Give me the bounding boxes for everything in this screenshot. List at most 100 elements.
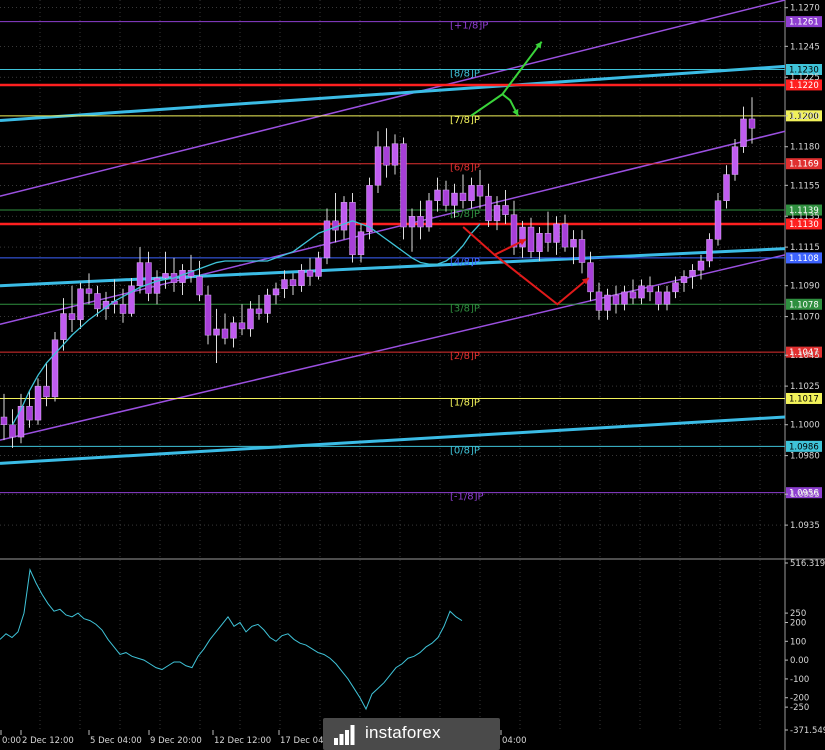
candle-body (697, 260, 705, 271)
cci-tick-label: -371.5495 (790, 726, 825, 736)
level-label: [8/8]P (450, 69, 480, 80)
candle-body (323, 220, 331, 259)
candle-body (9, 424, 16, 438)
price-tick-label: 1.1025 (790, 382, 820, 392)
level-label: [6/8]P (450, 163, 480, 174)
price-badge-label: 1.1169 (789, 160, 819, 170)
candle-body (706, 239, 713, 262)
candle-body (51, 339, 59, 398)
price-tick-label: 1.0980 (790, 452, 820, 462)
instaforex-logo: instaforex (323, 718, 500, 750)
candle-body (374, 146, 382, 186)
candle-body (646, 285, 654, 293)
level-label: [0/8]P (450, 445, 480, 456)
cci-tick-label: -100 (790, 675, 809, 685)
candle-body (0, 416, 8, 425)
candle-body (442, 189, 450, 206)
trend-line-upper-cyan (0, 64, 786, 122)
candle-body (672, 282, 679, 293)
candle-body (306, 270, 314, 277)
price-tick-label: 1.0955 (790, 490, 820, 500)
level-label: [-1/8]P (450, 492, 484, 503)
candle-body (485, 195, 492, 222)
level-label: [4/8]P (450, 257, 480, 268)
candle-body (655, 291, 662, 305)
moving-average (11, 220, 481, 426)
forecast-arrow (470, 41, 543, 117)
candle-body (162, 273, 169, 279)
time-tick-label: 12 Dec 12:00 (214, 736, 271, 746)
candle-body (85, 288, 93, 294)
cci-tick-label: 200 (790, 618, 806, 628)
price-tick-label: 1.0935 (790, 521, 820, 531)
price-tick-label: 1.1000 (790, 421, 820, 431)
candle-body (425, 200, 433, 228)
candle-body (663, 291, 671, 305)
price-tick-label: 1.1070 (790, 313, 820, 323)
candle-body (238, 322, 246, 330)
candle-body (315, 257, 322, 277)
time-tick-label: 04:00 (502, 736, 527, 746)
candle-body (723, 174, 730, 201)
candle-body (298, 270, 305, 286)
candle-body (740, 118, 747, 147)
candle-body (119, 304, 127, 314)
price-tick-label: 1.1245 (790, 42, 820, 52)
candle-body (578, 239, 586, 263)
level-label: [3/8]P (450, 303, 480, 314)
candle-body (459, 192, 467, 201)
trend-line-mid-cyan (0, 247, 786, 288)
candle-body (196, 276, 203, 296)
instaforex-logo-text: instaforex (365, 723, 441, 742)
candle-body (204, 294, 212, 336)
cci-tick-label: 0.00 (790, 656, 809, 666)
cci-tick-label: -250 (790, 703, 809, 713)
candle-body (43, 385, 50, 398)
candle-body (714, 200, 722, 240)
candle-body (400, 143, 407, 228)
candle-body (391, 143, 399, 166)
candle-body (595, 291, 603, 311)
candle-body (570, 239, 577, 248)
price-badge-label: 1.1017 (789, 394, 819, 404)
candle-body (561, 223, 569, 248)
moving-average-line (11, 220, 481, 426)
candle-body (281, 279, 288, 290)
candle-body (349, 202, 356, 256)
candle-body (527, 226, 535, 252)
time-tick-label: 17 Dec 04: (280, 736, 326, 746)
price-badge-label: 1.1261 (789, 18, 819, 28)
candle-body (26, 405, 33, 421)
candle-body (247, 308, 254, 330)
candle-body (136, 262, 144, 286)
candle-body (17, 405, 25, 438)
candle-body (77, 288, 84, 320)
trend-line-lower-cyan (0, 415, 786, 465)
candle-body (451, 192, 458, 206)
candle-body (68, 313, 76, 320)
candle-body (748, 118, 756, 129)
cci-line (0, 568, 463, 711)
candlestick-series (0, 97, 756, 448)
cci-tick-label: 516.3192 (790, 559, 825, 569)
candle-body (213, 328, 220, 336)
candle-body (128, 285, 135, 314)
candle-body (94, 293, 101, 310)
candle-body (476, 185, 484, 197)
candle-body (629, 291, 637, 299)
candle-body (502, 205, 509, 215)
price-tick-label: 1.1135 (790, 212, 820, 222)
candle-body (680, 276, 688, 283)
level-label: [1/8]P (450, 397, 480, 408)
candle-body (689, 270, 696, 277)
candle-body (255, 308, 263, 314)
candle-body (264, 294, 271, 314)
candle-body (366, 185, 373, 232)
price-tick-label: 1.1200 (790, 112, 820, 122)
candle-body (468, 185, 475, 201)
price-tick-label: 1.1045 (790, 351, 820, 361)
candle-body (544, 233, 552, 243)
candle-body (145, 262, 152, 294)
candle-body (60, 313, 67, 340)
price-tick-label: 1.1155 (790, 181, 820, 191)
